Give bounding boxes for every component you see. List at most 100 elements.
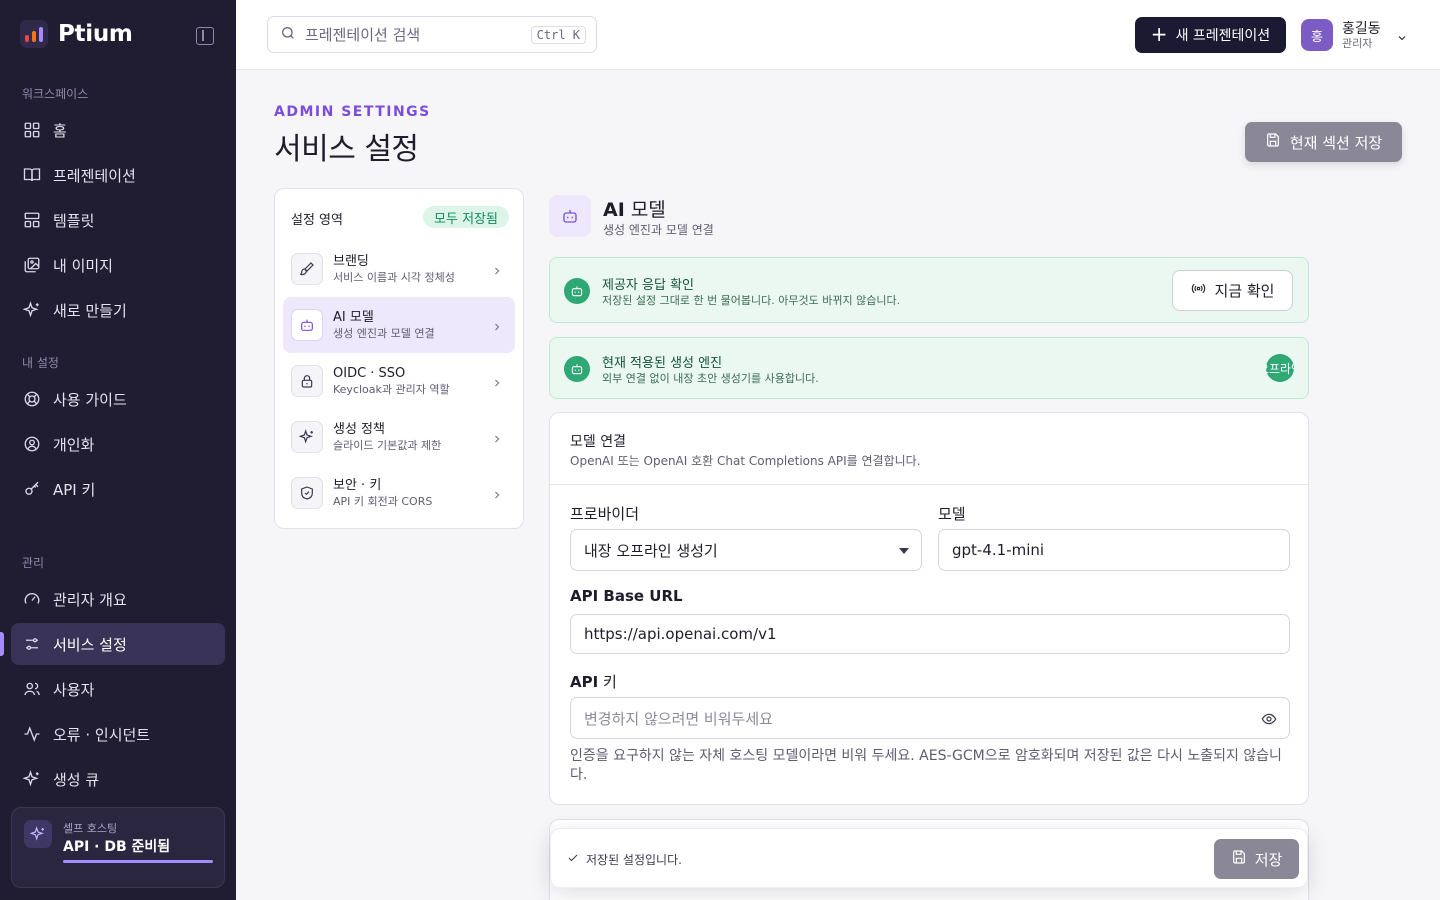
user-name: 홍길동 (1342, 20, 1381, 37)
area-label: 브랜딩 (333, 254, 369, 269)
model-connection-header: 모델 연결 OpenAI 또는 OpenAI 호환 Chat Completio… (550, 413, 1308, 485)
base-url-value: https://api.openai.com/v1 (584, 625, 777, 643)
area-label: OIDC · SSO (333, 366, 406, 381)
page-eyebrow: ADMIN SETTINGS (274, 104, 431, 120)
save-button-label: 저장 (1254, 850, 1283, 869)
brand[interactable]: Ptium (20, 20, 133, 48)
section-title: AI 모델 (603, 195, 666, 222)
sidebar-item-admin-overview[interactable]: 관리자 개요 (11, 578, 225, 620)
settings-area-oidc-sso[interactable]: OIDC · SSO Keycloak과 관리자 역할 (283, 353, 515, 409)
lifebuoy-icon (23, 390, 41, 408)
brand-logo-icon (20, 20, 48, 48)
plus-icon: + (1150, 22, 1168, 46)
user-menu[interactable]: 홍 홍길동 관리자 (1301, 19, 1408, 51)
check-now-label: 지금 확인 (1214, 282, 1275, 300)
page-title: 서비스 설정 (274, 132, 419, 167)
self-hosting-ready-bar (63, 860, 213, 863)
engine-desc: 외부 연결 없이 내장 초안 생성기를 사용합니다. (602, 372, 819, 385)
settings-area-security-keys[interactable]: 보안 · 키 API 키 회전과 CORS (283, 465, 515, 521)
engine-title: 현재 적용된 생성 엔진 (602, 356, 723, 371)
sidebar-item-api-keys[interactable]: API 키 (11, 468, 225, 510)
bot-icon (564, 278, 590, 304)
area-desc: 슬라이드 기본값과 제한 (333, 439, 442, 452)
sidebar-item-templates[interactable]: 템플릿 (11, 199, 225, 241)
section-title-bold: AI (603, 199, 625, 221)
panel-title: 설정 영역 (291, 213, 343, 228)
check-now-button[interactable]: 지금 확인 (1172, 270, 1293, 311)
model-value: gpt-4.1-mini (952, 541, 1045, 559)
api-key-label: API 키 (570, 671, 617, 692)
sidebar-item-personalize[interactable]: 개인화 (11, 423, 225, 465)
brush-icon (291, 253, 323, 285)
brand-name: Ptium (58, 21, 133, 47)
avatar: 홍 (1301, 19, 1333, 51)
api-key-label-rest: 키 (598, 673, 617, 691)
sidebar-item-create[interactable]: 새로 만들기 (11, 289, 225, 331)
section-label-my-settings: 내 설정 (22, 356, 59, 370)
sidebar-item-label: 프레젠테이션 (53, 166, 136, 185)
sliders-icon (23, 635, 41, 653)
sidebar-item-label: 생성 큐 (53, 770, 100, 789)
sidebar-item-incidents[interactable]: 오류 · 인시던트 (11, 713, 225, 755)
sidebar-item-label: API 키 (53, 480, 96, 499)
active-indicator (0, 632, 4, 656)
save-icon (1265, 132, 1281, 152)
chevron-right-icon (491, 430, 503, 443)
sidebar-item-queue[interactable]: 생성 큐 (11, 758, 225, 800)
provider-value: 내장 오프라인 생성기 (584, 541, 718, 560)
sidebar-collapse-icon[interactable] (196, 27, 214, 45)
sparkles-icon (291, 421, 323, 453)
api-key-input[interactable]: 변경하지 않으려면 비워두세요 (570, 697, 1290, 739)
model-connection-desc: OpenAI 또는 OpenAI 호환 Chat Completions API… (570, 454, 921, 468)
chevron-right-icon (491, 486, 503, 499)
save-icon (1231, 849, 1247, 869)
api-key-help: 인증을 요구하지 않는 자체 호스팅 모델이라면 비워 두세요. AES-GCM… (570, 748, 1282, 783)
users-icon (23, 680, 41, 698)
sidebar-item-home[interactable]: 홈 (11, 109, 225, 151)
settings-areas-panel: 설정 영역 모두 저장됨 브랜딩 서비스 이름과 시각 정체성 AI 모델 생성… (274, 188, 524, 529)
user-role: 관리자 (1342, 36, 1373, 50)
sidebar-item-label: 템플릿 (53, 211, 95, 230)
provider-select[interactable]: 내장 오프라인 생성기 (570, 529, 922, 571)
search-input[interactable]: 프레젠테이션 검색 Ctrl K (267, 16, 597, 53)
bot-icon (549, 195, 591, 237)
save-button[interactable]: 저장 (1214, 839, 1299, 879)
new-presentation-button[interactable]: + 새 프레젠테이션 (1135, 17, 1286, 53)
sidebar-item-guide[interactable]: 사용 가이드 (11, 378, 225, 420)
settings-area-ai-model[interactable]: AI 모델 생성 엔진과 모델 연결 (283, 297, 515, 353)
sidebar-item-my-images[interactable]: 내 이미지 (11, 244, 225, 286)
chevron-right-icon (491, 262, 503, 275)
key-icon (23, 480, 41, 498)
model-input[interactable]: gpt-4.1-mini (938, 529, 1290, 571)
sidebar-item-label: 내 이미지 (53, 256, 113, 275)
sidebar-item-users[interactable]: 사용자 (11, 668, 225, 710)
save-section-button[interactable]: 현재 섹션 저장 (1245, 122, 1402, 162)
provider-label: 프로바이더 (570, 505, 640, 523)
provider-check-desc: 저장된 설정 그대로 한 번 물어봅니다. 아무것도 바뀌지 않습니다. (602, 294, 901, 307)
shield-icon (291, 477, 323, 509)
layout-icon (23, 211, 41, 229)
self-hosting-label: 셀프 호스팅 (63, 822, 118, 835)
settings-area-generation-policy[interactable]: 생성 정책 슬라이드 기본값과 제한 (283, 409, 515, 465)
search-shortcut: Ctrl K (530, 26, 586, 44)
self-hosting-status: API · DB 준비됨 (63, 839, 171, 855)
sidebar-item-label: 사용자 (53, 680, 95, 699)
broadcast-icon (1191, 281, 1206, 300)
status-badge: 모두 저장됨 (423, 206, 509, 228)
eye-icon[interactable] (1261, 711, 1277, 727)
settings-area-branding[interactable]: 브랜딩 서비스 이름과 시각 정체성 (283, 241, 515, 297)
sidebar-item-service-settings[interactable]: 서비스 설정 (11, 623, 225, 665)
sidebar-item-label: 서비스 설정 (53, 635, 127, 654)
grid-icon (23, 121, 41, 139)
provider-check-card: 제공자 응답 확인 저장된 설정 그대로 한 번 물어봅니다. 아무것도 바뀌지… (549, 257, 1309, 323)
base-url-label: API Base URL (570, 587, 683, 605)
sparkles-icon (22, 301, 41, 319)
sidebar-item-label: 개인화 (53, 435, 95, 454)
current-engine-card: 현재 적용된 생성 엔진 외부 연결 없이 내장 초안 생성기를 사용합니다. … (549, 337, 1309, 399)
model-connection-title: 모델 연결 (570, 434, 626, 450)
chevron-down-icon (1396, 29, 1408, 41)
base-url-input[interactable]: https://api.openai.com/v1 (570, 614, 1290, 654)
sidebar-item-presentations[interactable]: 프레젠테이션 (11, 154, 225, 196)
caret-down-icon (899, 548, 909, 554)
area-label: 보안 · 키 (333, 478, 382, 493)
